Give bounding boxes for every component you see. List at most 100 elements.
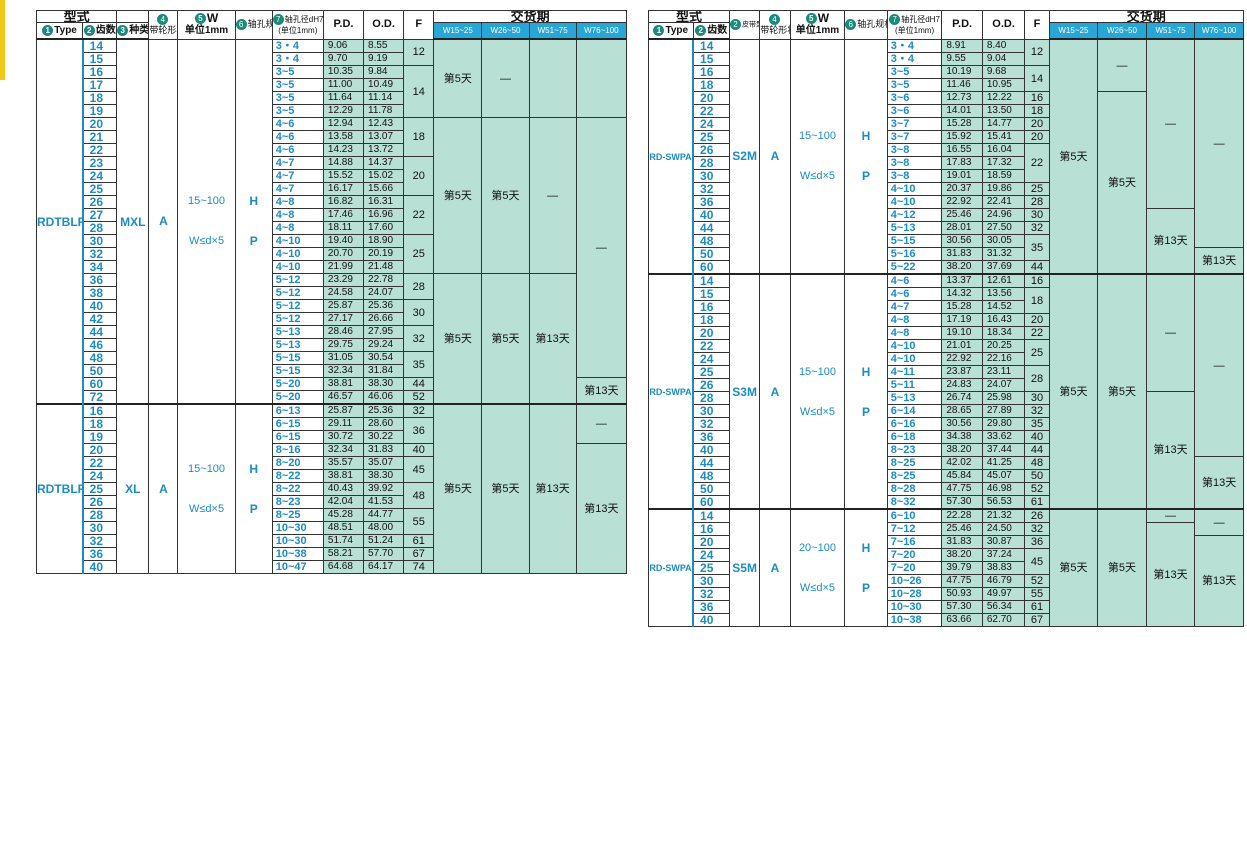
od-cell: 49.97 — [981, 587, 1026, 601]
pd-cell: 31.83 — [941, 535, 983, 549]
bore-cell: 5~15 — [886, 234, 943, 248]
bore-cell: 5~12 — [271, 312, 324, 326]
pd-cell: 48.51 — [322, 521, 365, 535]
teeth-cell: 26 — [692, 143, 730, 157]
bore-cell: 3~5 — [271, 104, 324, 118]
bore-cell: 5~13 — [271, 338, 324, 352]
od-cell: 10.95 — [981, 78, 1026, 92]
delivery-cell — [575, 38, 628, 118]
w-range: 15~100 — [798, 365, 836, 378]
pd-cell: 31.05 — [322, 351, 365, 365]
teeth-cell: 24 — [692, 548, 730, 562]
od-cell: 22.41 — [981, 195, 1026, 209]
kind-header: 3 种类 — [116, 22, 150, 40]
f-cell: 22 — [403, 195, 435, 235]
bore-unit: (单位1mm) — [895, 25, 935, 35]
step-number-icon: 1 — [42, 24, 54, 36]
w-range: 20~100 — [798, 542, 836, 554]
bore-cell: 3~5 — [271, 78, 324, 92]
f-cell: 20 — [1024, 313, 1050, 327]
bore-cell: 3~5 — [886, 65, 943, 79]
teeth-cell: 16 — [692, 522, 730, 536]
table-body-left: RDTBLRZB14MXLA15~100W≤d×5HP3・49.068.5512… — [35, 38, 628, 574]
type-cell: RDTBLRZB — [35, 38, 84, 405]
bore-cell: 4~8 — [271, 195, 324, 209]
od-cell: 24.07 — [363, 286, 405, 300]
shaft-h: H — [861, 364, 871, 379]
teeth-cell: 32 — [81, 534, 118, 548]
od-cell: 15.02 — [363, 169, 405, 183]
f-cell: 32 — [1024, 221, 1050, 235]
od-cell: 57.70 — [363, 547, 405, 561]
w-cell: 20~100 W≤d×5 — [789, 508, 846, 627]
od-cell: 46.79 — [981, 574, 1026, 588]
delivery-cell: 第5天 — [1048, 273, 1099, 510]
od-cell: 11.78 — [363, 104, 405, 118]
teeth-cell: 36 — [692, 430, 730, 444]
f-cell: 25 — [403, 234, 435, 274]
od-cell: 25.36 — [363, 403, 405, 418]
teeth-cell: 60 — [81, 377, 118, 391]
type-cell: RDTBLRZB — [35, 403, 84, 574]
f-cell: 20 — [1024, 117, 1050, 131]
step-number-icon: 6 — [236, 19, 247, 31]
od-cell: 31.83 — [363, 443, 405, 457]
bore-cell: 3~5 — [271, 65, 324, 79]
bore-cell: 5~20 — [271, 377, 324, 391]
pd-cell: 14.88 — [322, 156, 365, 170]
f-cell: 32 — [1024, 522, 1050, 536]
bore-cell: 3~7 — [886, 130, 943, 144]
pd-cell: 14.01 — [941, 104, 983, 118]
teeth-cell: 18 — [81, 417, 118, 431]
delivery-cell: — — [1097, 38, 1147, 92]
yellow-accent-bar — [0, 0, 5, 80]
bore-cell: 8~22 — [271, 482, 324, 496]
pd-cell: 51.74 — [322, 534, 365, 548]
bore-cell: 4~8 — [886, 313, 943, 327]
bore-cell: 5~16 — [886, 247, 943, 261]
teeth-cell: 36 — [692, 195, 730, 209]
f-cell: 32 — [1024, 404, 1050, 418]
od-cell: 18.59 — [981, 169, 1026, 183]
od-cell: 19.86 — [981, 182, 1026, 196]
f-cell: 25 — [1024, 339, 1050, 366]
bore-cell: 10~38 — [271, 547, 324, 561]
f-cell: 36 — [403, 417, 435, 444]
pd-cell: 25.87 — [322, 299, 365, 313]
od-cell: 13.50 — [981, 104, 1026, 118]
teeth-header: 2 齿数 — [82, 22, 118, 40]
pd-cell: 16.17 — [322, 182, 365, 196]
pd-cell: 10.35 — [322, 65, 365, 79]
teeth-cell: 42 — [81, 312, 118, 326]
shaft-type-cell: HP — [844, 273, 888, 510]
od-cell: 14.37 — [363, 156, 405, 170]
od-cell: 13.56 — [981, 287, 1026, 301]
pd-cell: 45.28 — [322, 508, 365, 522]
teeth-cell: 16 — [692, 300, 730, 314]
pd-cell: 35.57 — [322, 456, 365, 470]
pd-cell: 19.01 — [941, 169, 983, 183]
od-cell: 30.54 — [363, 351, 405, 365]
delivery-cell: — — [1194, 508, 1244, 536]
f-header: F — [403, 10, 435, 40]
pd-cell: 50.93 — [941, 587, 983, 601]
bore-cell: 3・4 — [886, 38, 943, 53]
bore-cell: 5~12 — [271, 299, 324, 313]
od-cell: 51.24 — [363, 534, 405, 548]
bore-cell: 8~25 — [886, 469, 943, 483]
teeth-header: 2 齿数 — [692, 22, 730, 40]
pd-cell: 32.34 — [322, 443, 365, 457]
bore-cell: 5~15 — [271, 351, 324, 365]
bore-cell: 8~28 — [886, 482, 943, 496]
shaft-p: P — [862, 581, 871, 595]
type-cell: RD-SWPA — [648, 508, 694, 627]
delivery-cell: 第5天 — [481, 273, 530, 405]
pd-cell: 46.57 — [322, 390, 365, 405]
teeth-cell: 30 — [692, 404, 730, 418]
table-row: RD-SWPA 14 S3M A 15~100 W≤d×5 H P 4~6 13.37 12.61 1… — [648, 273, 1244, 510]
pd-cell: 16.55 — [941, 143, 983, 157]
od-cell: 14.77 — [981, 117, 1026, 131]
teeth-cell: 22 — [692, 104, 730, 118]
od-cell: 9.19 — [363, 52, 405, 66]
pd-cell: 11.00 — [322, 78, 365, 92]
